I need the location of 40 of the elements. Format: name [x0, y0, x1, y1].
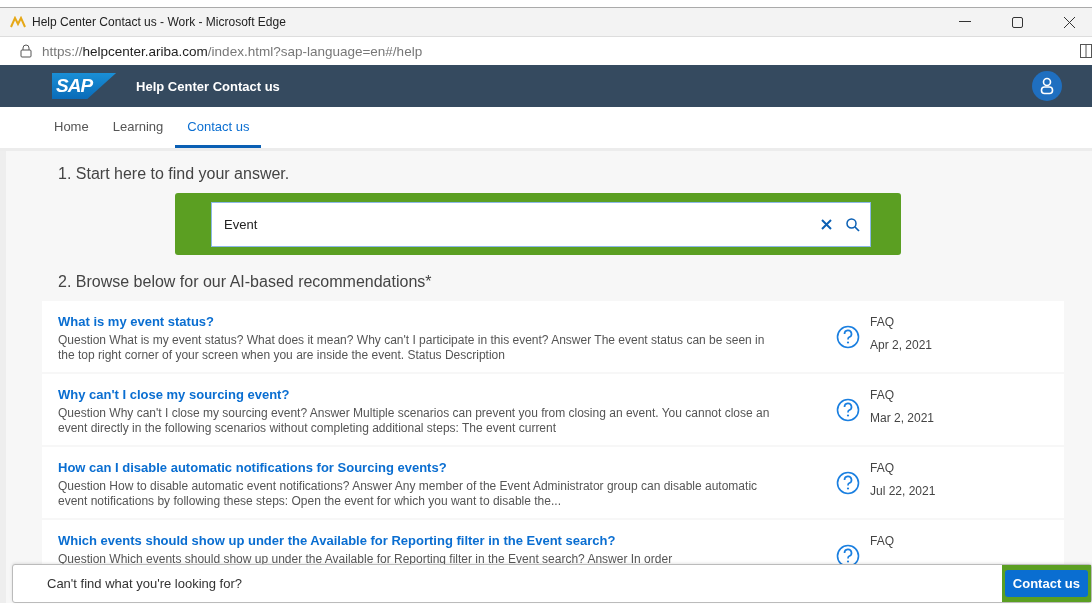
result-snippet: Question What is my event status? What does it mean? Why can't I participate in this event? Answer The event status can be seen in the top right corner of your screen when you are inside the event. Status Description [58, 333, 766, 363]
footer-prompt: Can't find what you're looking for? [47, 576, 244, 591]
result-link[interactable]: Why can't I close my sourcing event? [58, 387, 778, 402]
maximize-icon[interactable] [1011, 16, 1023, 28]
step-heading: 1. Start here to find your answer. [57, 164, 291, 183]
result-date: Apr 2, 2021 [870, 338, 933, 352]
close-icon[interactable] [1063, 16, 1075, 28]
search-field[interactable]: Event [211, 202, 871, 247]
result-type: FAQ [870, 388, 895, 402]
result-snippet: Question How to disable automatic event notifications? Answer Any member of the Event Administrator group can disable automatic event notifications by following these steps: Open the event for which you want to disable the... [58, 479, 759, 509]
question-icon [836, 398, 860, 422]
minimize-icon[interactable] [959, 21, 971, 23]
result-type: FAQ [870, 534, 894, 548]
result-link[interactable]: Which events should show up under the Available for Reporting filter in the Event search? [58, 533, 778, 548]
result-date: Mar 2, 2021 [870, 411, 935, 425]
result-link[interactable]: How can I disable automatic notifications for Sourcing events? [58, 460, 778, 475]
split-screen-icon[interactable] [1080, 44, 1092, 58]
step-heading: 2. Browse below for our AI-based recommendations* [57, 272, 433, 292]
contact-us-button[interactable]: Contact us [1004, 570, 1088, 597]
search-icon[interactable] [846, 217, 860, 232]
clear-icon[interactable] [821, 219, 832, 230]
user-avatar[interactable] [1032, 71, 1062, 101]
search-input[interactable]: Event [222, 216, 807, 233]
result-link[interactable]: What is my event status? [58, 314, 778, 329]
nav-tab[interactable]: Contact us [175, 107, 262, 148]
question-icon [836, 325, 860, 349]
result-type: FAQ [870, 461, 895, 475]
address-url[interactable]: https://helpcenter.ariba.com/index.html?sap-language=en#/help [42, 43, 423, 59]
lock-icon[interactable] [20, 44, 32, 58]
app-title: Help Center Contact us [136, 78, 281, 94]
nav-tab[interactable]: Home [42, 107, 101, 148]
result-snippet: Question Which events should show up under the Available for Reporting filter in the Event search? Answer In order [58, 552, 674, 567]
result-type: FAQ [870, 315, 895, 329]
question-icon [836, 471, 860, 495]
nav-tab[interactable]: Learning [100, 107, 176, 148]
window-title: Help Center Contact us - Work - Microsoft Edge [32, 15, 286, 29]
browser-app-icon [10, 16, 26, 28]
result-snippet: Question Why can't I close my sourcing event? Answer Multiple scenarios can prevent you from closing an event. You cannot close an event directly in the following scenarios without completing additional steps: The event current [58, 406, 771, 436]
logo[interactable]: SAP [52, 73, 117, 99]
result-date: Jul 22, 2021 [870, 484, 936, 498]
